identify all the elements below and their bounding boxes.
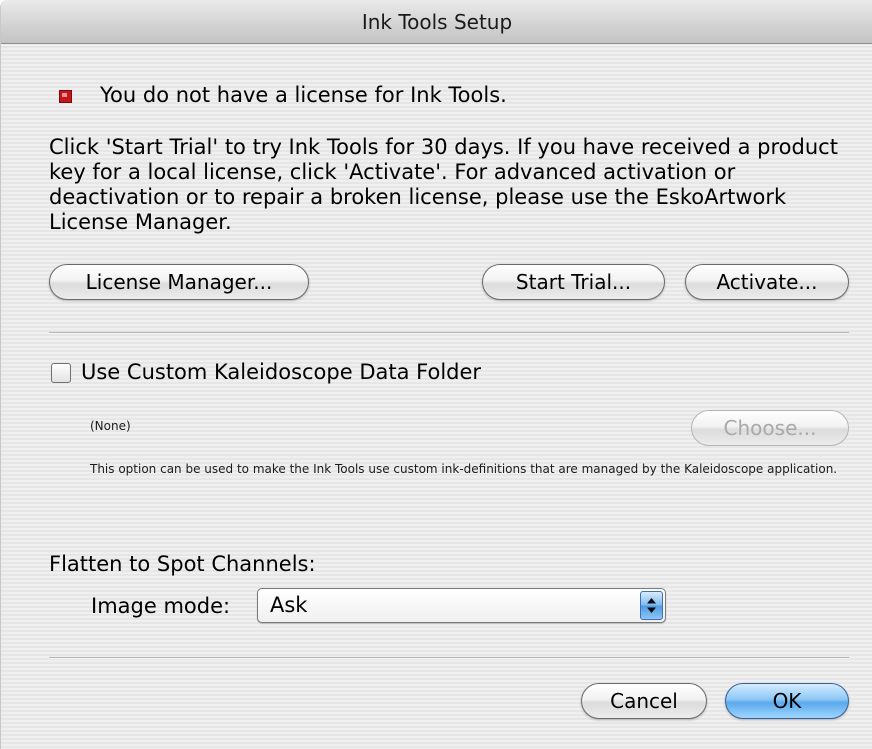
image-mode-label: Image mode: <box>91 594 231 618</box>
image-mode-select[interactable]: Ask <box>257 588 666 623</box>
custom-kaleidoscope-label[interactable]: Use Custom Kaleidoscope Data Folder <box>81 360 481 384</box>
up-down-arrows-icon <box>640 591 663 620</box>
license-description: Click 'Start Trial' to try Ink Tools for… <box>49 135 838 234</box>
kaleidoscope-help-text: This option can be used to make the Ink … <box>90 462 838 476</box>
custom-kaleidoscope-checkbox[interactable] <box>51 363 71 383</box>
title-bar[interactable]: Ink Tools Setup <box>1 0 872 44</box>
activate-button[interactable]: Activate... <box>685 264 849 300</box>
image-mode-value: Ask <box>270 593 308 617</box>
flatten-heading: Flatten to Spot Channels: <box>49 552 316 576</box>
ok-button[interactable]: OK <box>725 683 849 719</box>
cancel-button[interactable]: Cancel <box>581 683 707 719</box>
ink-tools-setup-dialog: Ink Tools Setup You do not have a licens… <box>0 0 872 749</box>
separator <box>49 657 849 659</box>
license-status-text: You do not have a license for Ink Tools. <box>100 83 507 107</box>
folder-path-text: (None) <box>90 419 131 433</box>
choose-folder-button[interactable]: Choose... <box>691 410 849 446</box>
start-trial-button[interactable]: Start Trial... <box>482 264 665 300</box>
dialog-title: Ink Tools Setup <box>361 10 513 34</box>
separator <box>49 332 849 334</box>
warning-icon <box>59 90 72 103</box>
license-manager-button[interactable]: License Manager... <box>49 264 309 300</box>
